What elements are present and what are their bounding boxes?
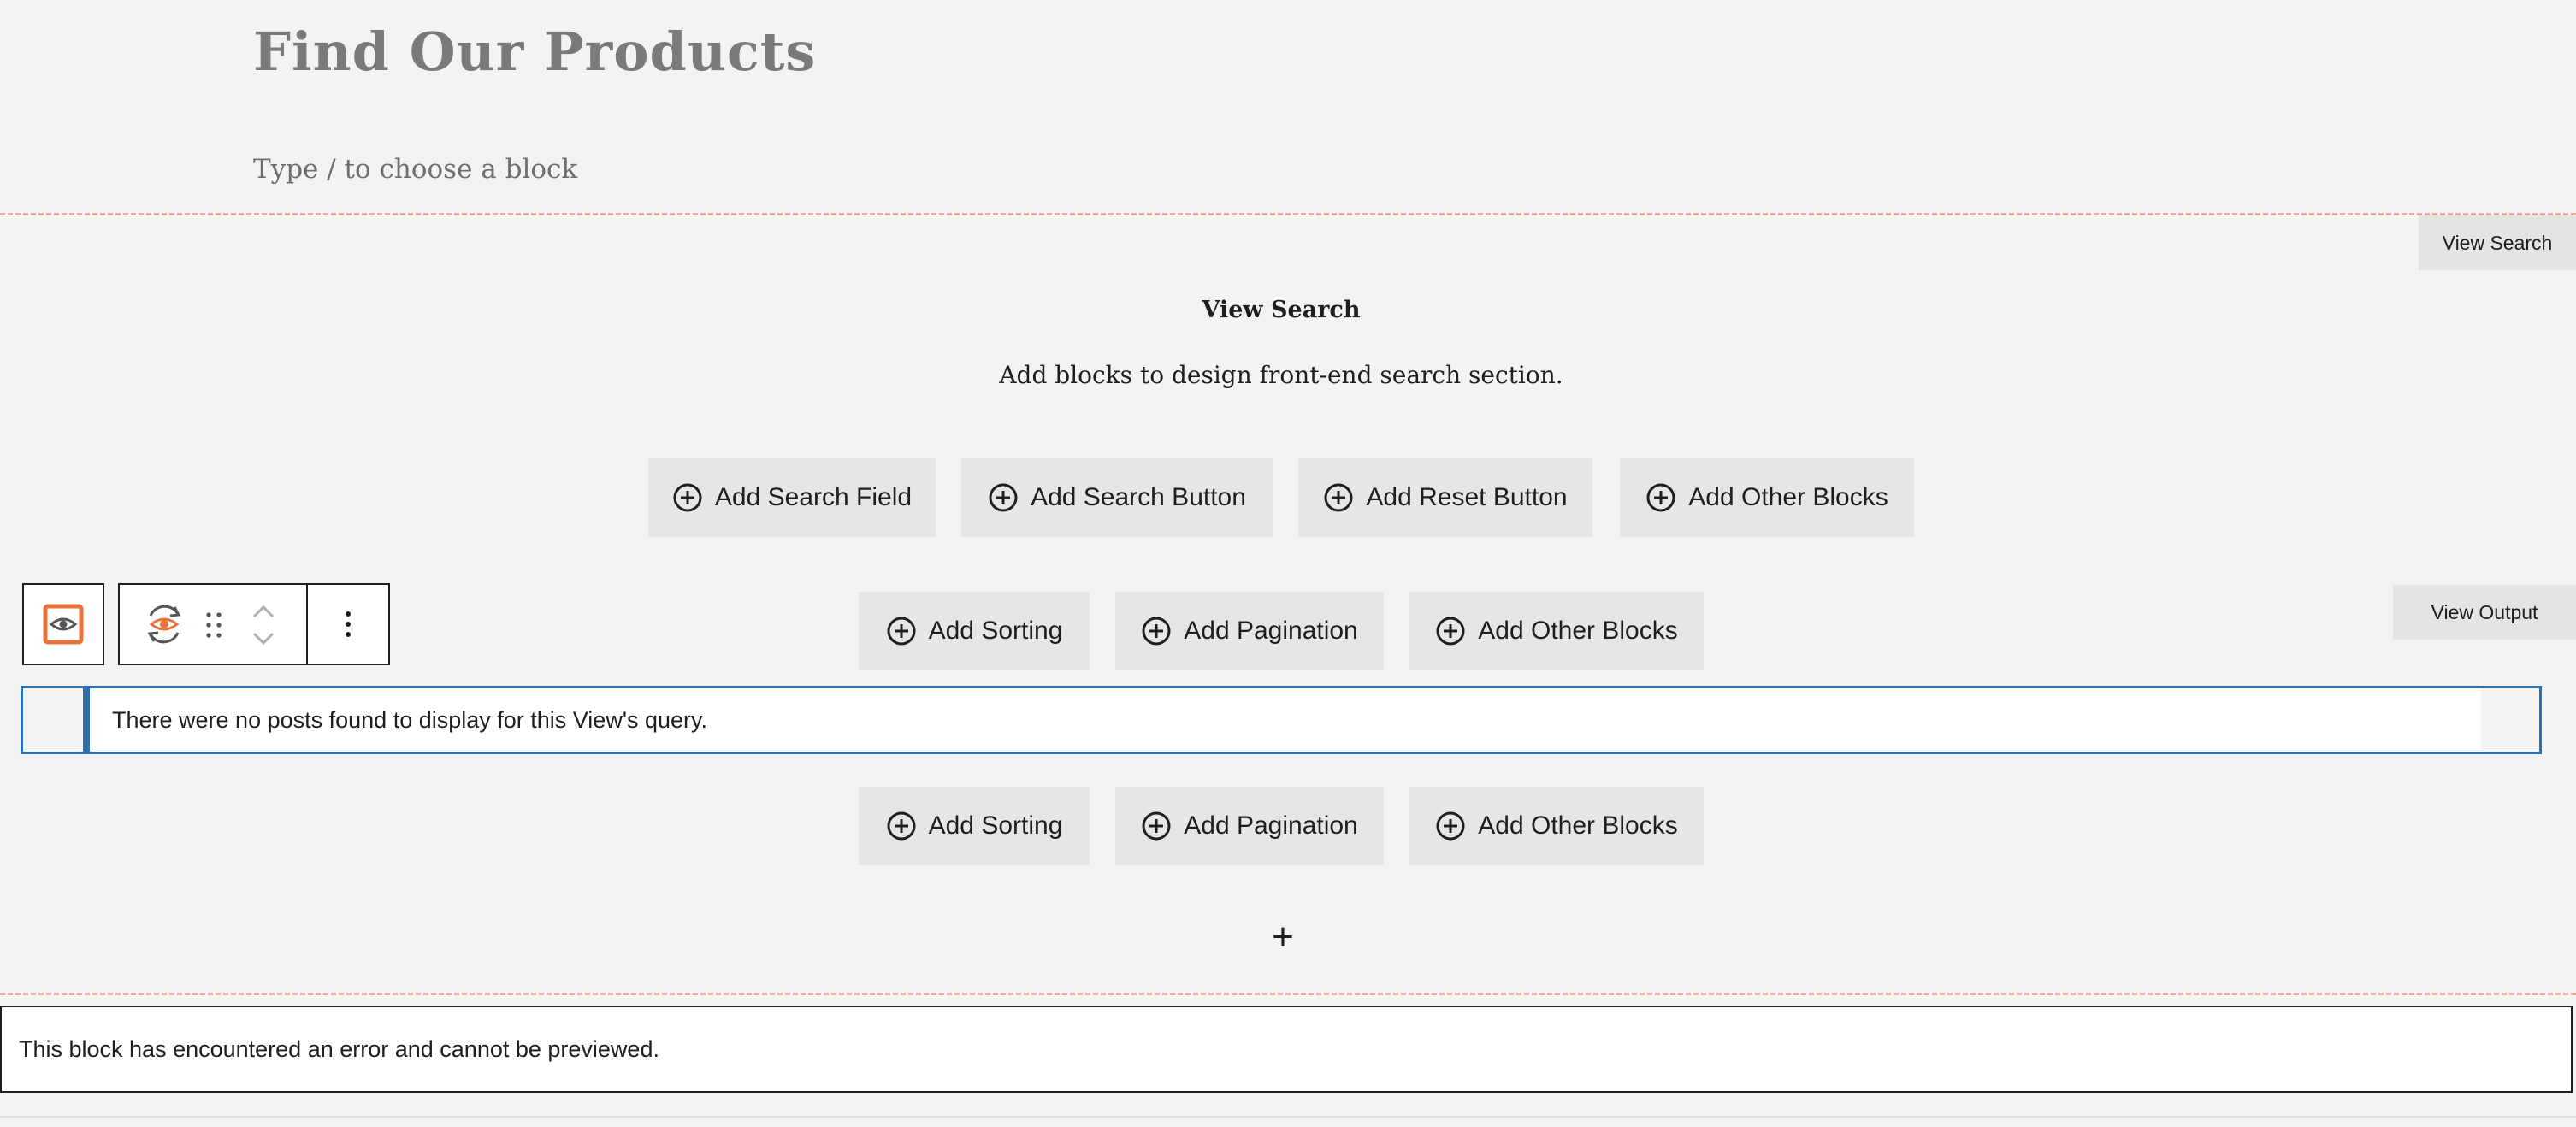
more-options-button[interactable]	[308, 585, 388, 664]
add-search-button-button[interactable]: Add Search Button	[961, 458, 1273, 537]
view-block-icon	[43, 604, 84, 645]
add-other-blocks-label: Add Other Blocks	[1478, 811, 1678, 840]
add-search-field-button[interactable]: Add Search Field	[648, 458, 936, 537]
plus-circle-icon	[1142, 617, 1171, 646]
add-reset-button-button[interactable]: Add Reset Button	[1298, 458, 1592, 537]
block-error-text: This block has encountered an error and …	[19, 1036, 659, 1062]
plus-circle-icon	[1436, 811, 1465, 841]
add-other-blocks-label: Add Other Blocks	[1688, 483, 1888, 511]
add-sorting-label: Add Sorting	[928, 811, 1063, 840]
add-reset-button-label: Add Reset Button	[1366, 483, 1568, 511]
plus-circle-icon	[673, 483, 702, 512]
block-appender-placeholder[interactable]: Type / to choose a block	[253, 154, 577, 185]
view-search-description: Add blocks to design front-end search se…	[999, 361, 1563, 389]
plus-circle-icon	[989, 483, 1018, 512]
view-block-bottom-border	[0, 993, 2576, 995]
notice-right-gutter	[2481, 688, 2539, 752]
block-error-message: This block has encountered an error and …	[0, 1006, 2573, 1093]
notice-accent-bar	[83, 688, 90, 752]
move-down-icon[interactable]	[251, 631, 275, 646]
add-pagination-bottom-button[interactable]: Add Pagination	[1115, 787, 1384, 865]
add-pagination-label: Add Pagination	[1184, 617, 1358, 645]
more-options-icon	[346, 611, 351, 637]
add-pagination-top-button[interactable]: Add Pagination	[1115, 592, 1384, 670]
plus-circle-icon	[1646, 483, 1675, 512]
no-posts-notice-text: There were no posts found to display for…	[112, 706, 708, 733]
drag-handle-icon[interactable]	[204, 611, 224, 640]
add-other-blocks-search-button[interactable]: Add Other Blocks	[1620, 458, 1914, 537]
view-search-tag: View Search	[2419, 215, 2576, 270]
notice-left-gutter	[23, 688, 83, 752]
bottom-divider	[0, 1116, 2576, 1118]
view-block-top-border	[0, 213, 2576, 215]
block-inserter-plus-icon[interactable]: +	[1262, 912, 1303, 963]
plus-circle-icon	[887, 811, 916, 841]
add-search-field-label: Add Search Field	[714, 483, 913, 511]
add-other-blocks-bottom-button[interactable]: Add Other Blocks	[1409, 787, 1704, 865]
view-search-heading: View Search	[1202, 297, 1361, 323]
refresh-eye-icon[interactable]	[144, 602, 185, 646]
add-sorting-label: Add Sorting	[928, 617, 1063, 645]
plus-circle-icon	[1142, 811, 1171, 841]
page-title[interactable]: Find Our Products	[253, 21, 816, 83]
no-posts-notice-block[interactable]: There were no posts found to display for…	[21, 686, 2542, 754]
plus-circle-icon	[1324, 483, 1353, 512]
add-sorting-top-button[interactable]: Add Sorting	[859, 592, 1090, 670]
add-search-button-label: Add Search Button	[1031, 483, 1246, 511]
move-up-icon[interactable]	[251, 604, 275, 619]
add-other-blocks-top-button[interactable]: Add Other Blocks	[1409, 592, 1704, 670]
block-toolbar	[118, 583, 390, 665]
add-pagination-label: Add Pagination	[1184, 811, 1358, 840]
select-parent-block-button[interactable]	[22, 583, 104, 665]
view-output-tag: View Output	[2393, 585, 2576, 640]
add-sorting-bottom-button[interactable]: Add Sorting	[859, 787, 1090, 865]
block-toolbar-controls	[120, 585, 306, 664]
plus-circle-icon	[1436, 617, 1465, 646]
add-other-blocks-label: Add Other Blocks	[1478, 617, 1678, 645]
plus-circle-icon	[887, 617, 916, 646]
